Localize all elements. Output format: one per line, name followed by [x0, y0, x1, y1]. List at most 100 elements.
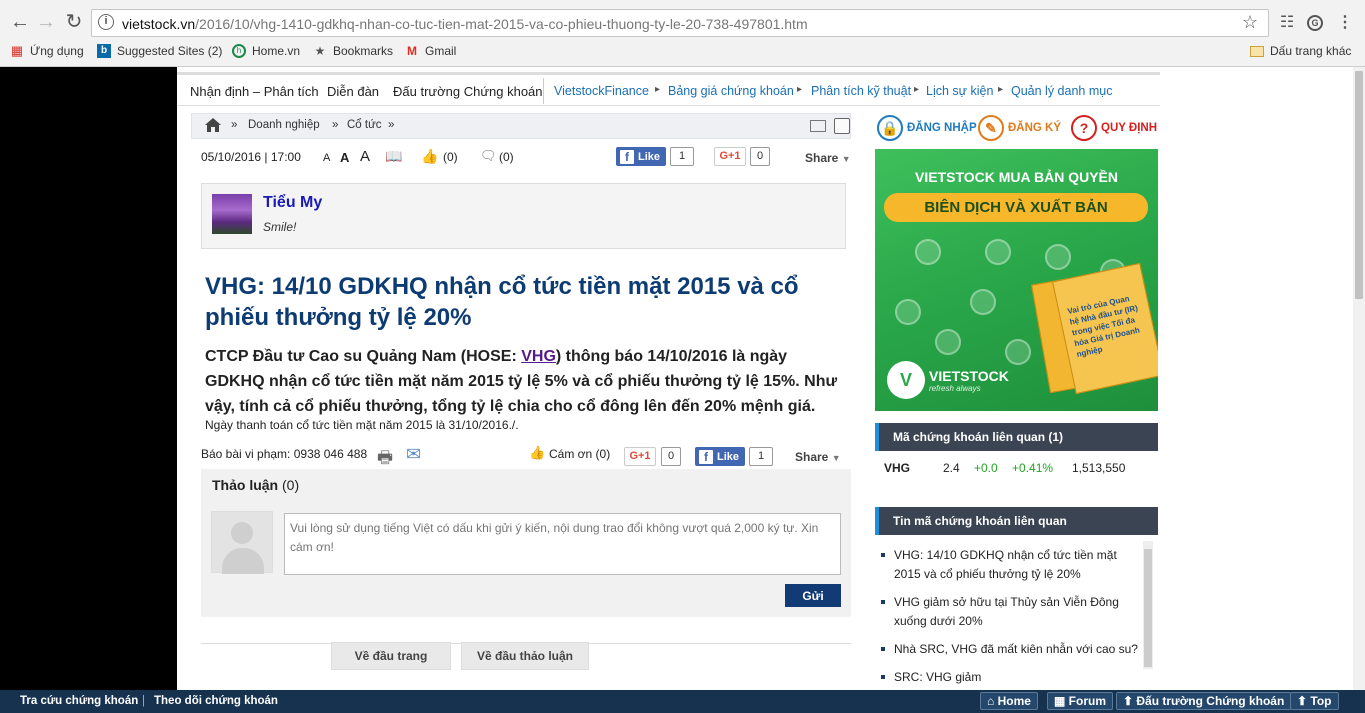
- news-list: VHG: 14/10 GDKHQ nhận cổ tức tiền mặt 20…: [875, 537, 1140, 687]
- footer-forum-button[interactable]: ▦ Forum: [1047, 692, 1114, 710]
- footer-arena-button[interactable]: ⬆ Đấu trường Chứng khoán: [1116, 692, 1292, 710]
- bookmark-gmail[interactable]: M Gmail: [405, 44, 456, 58]
- rules-button[interactable]: ? QUY ĐỊNH: [1071, 115, 1157, 141]
- menu-item-portfolio[interactable]: Quản lý danh mục: [1011, 84, 1112, 98]
- related-codes-title: Mã chứng khoán liên quan (1): [875, 423, 1158, 451]
- menu-icon[interactable]: ⋮: [1336, 14, 1354, 32]
- share-button[interactable]: Share ▼: [795, 450, 841, 464]
- bookmark-star-icon[interactable]: ☆: [1242, 12, 1258, 33]
- share-button[interactable]: Share ▼: [805, 151, 851, 165]
- network-node: [970, 289, 996, 315]
- footer-top-button[interactable]: ⬆ Top: [1290, 692, 1339, 710]
- footer-link-watch[interactable]: Theo dõi chứng khoán: [154, 695, 278, 707]
- email-icon[interactable]: [810, 120, 826, 132]
- news-item[interactable]: Nhà SRC, VHG đã mất kiên nhẫn với cao su…: [875, 640, 1140, 659]
- ad-banner[interactable]: VIETSTOCK MUA BẢN QUYỀN BIÊN DỊCH VÀ XUẤ…: [875, 149, 1158, 411]
- thumbs-up-icon[interactable]: 👍: [529, 445, 545, 461]
- book-title: Vai trò của Quan hệ Nhà đầu tư (IR) tron…: [1066, 294, 1141, 359]
- menu-item-price-board[interactable]: Bảng giá chứng khoán: [668, 84, 794, 98]
- page-scrollbar[interactable]: [1353, 67, 1365, 713]
- network-node: [1045, 244, 1071, 270]
- home-vn-icon: h: [232, 44, 246, 58]
- extension-g-icon[interactable]: G: [1307, 15, 1323, 31]
- footer-link-lookup[interactable]: Tra cứu chứng khoán: [20, 695, 138, 707]
- print-icon[interactable]: [834, 118, 850, 134]
- login-button[interactable]: 🔒 ĐĂNG NHẬP: [877, 115, 977, 141]
- menu-item-events[interactable]: Lịch sự kiện: [926, 84, 993, 98]
- menu-item-finance[interactable]: VietstockFinance: [554, 84, 649, 98]
- extension-icon[interactable]: ☷: [1278, 14, 1296, 32]
- network-node: [985, 239, 1011, 265]
- google-plus-button[interactable]: G+1: [624, 447, 656, 466]
- related-codes: Mã chứng khoán liên quan (1) VHG 2.4 +0.…: [875, 423, 1158, 495]
- info-icon[interactable]: i: [98, 14, 114, 30]
- menu-item-forum[interactable]: Diễn đàn: [327, 84, 379, 99]
- code-symbol[interactable]: VHG: [884, 461, 910, 475]
- breadcrumb-item[interactable]: Doanh nghiệp: [248, 119, 320, 131]
- send-button[interactable]: Gửi: [785, 584, 841, 607]
- account-actions: 🔒 ĐĂNG NHẬP ✎ ĐĂNG KÝ ? QUY ĐỊNH: [874, 113, 1160, 143]
- like-count: (0): [443, 150, 458, 164]
- article-title: VHG: 14/10 GDKHQ nhận cổ tức tiền mặt 20…: [205, 273, 799, 331]
- facebook-like-button[interactable]: f Like: [616, 147, 667, 166]
- network-node: [1005, 339, 1031, 365]
- scroll-thumb[interactable]: [1144, 549, 1152, 667]
- email-icon[interactable]: ✉: [406, 444, 421, 465]
- bookmark-home[interactable]: h Home.vn: [232, 44, 300, 58]
- menu-item-analysis[interactable]: Nhận định – Phân tích: [190, 84, 319, 99]
- google-plus-button[interactable]: G+1: [714, 147, 746, 166]
- share-label: Share: [795, 450, 829, 464]
- bookmark-suggested[interactable]: b Suggested Sites (2): [97, 44, 222, 58]
- caret-down-icon: ▼: [841, 154, 851, 164]
- author-box: Tiểu My Smile!: [201, 183, 846, 249]
- code-change: +0.0: [974, 461, 998, 475]
- news-scrollbar[interactable]: [1143, 541, 1153, 669]
- facebook-like-button[interactable]: f Like: [695, 447, 746, 466]
- footer-home-button[interactable]: ⌂ Home: [980, 692, 1038, 710]
- back-icon[interactable]: ←: [6, 8, 34, 36]
- back-to-top-button[interactable]: Về đầu trang: [331, 642, 451, 670]
- related-news-title: Tin mã chứng khoán liên quan: [875, 507, 1158, 535]
- star-icon: ★: [314, 44, 326, 58]
- author-name[interactable]: Tiểu My: [263, 194, 322, 212]
- thumbs-up-icon[interactable]: 👍: [421, 148, 438, 165]
- comment-icon[interactable]: 🗨: [480, 148, 497, 164]
- footer-arena-label: Đấu trường Chứng khoán: [1136, 694, 1285, 708]
- bookmark-bookmarks[interactable]: ★ Bookmarks: [313, 44, 393, 58]
- scroll-thumb[interactable]: [1355, 71, 1363, 299]
- menu-item-technical[interactable]: Phân tích kỹ thuật: [811, 84, 911, 98]
- font-large-button[interactable]: A: [360, 148, 370, 165]
- fb-like-label: Like: [717, 450, 740, 463]
- facebook-icon: f: [699, 449, 713, 464]
- read-icon[interactable]: 📖: [385, 148, 402, 165]
- thanks-button[interactable]: Cám ơn (0): [549, 447, 610, 461]
- back-to-discussion-button[interactable]: Về đầu thảo luận: [461, 642, 589, 670]
- news-item[interactable]: SRC: VHG giảm: [875, 668, 1140, 687]
- avatar[interactable]: [212, 194, 252, 234]
- lead-text: CTCP Đầu tư Cao su Quảng Nam (HOSE:: [205, 348, 522, 365]
- comment-input[interactable]: [284, 513, 841, 575]
- register-button[interactable]: ✎ ĐĂNG KÝ: [978, 115, 1061, 141]
- breadcrumb: » Doanh nghiệp » Cổ tức »: [191, 113, 851, 139]
- logo-slogan: refresh always: [929, 383, 981, 393]
- forward-icon[interactable]: →: [32, 8, 60, 36]
- news-item[interactable]: VHG giảm sở hữu tại Thủy sản Viễn Đông x…: [875, 593, 1140, 631]
- discussion-title: Thảo luận (0): [212, 477, 299, 493]
- other-bookmarks[interactable]: Dấu trang khác: [1250, 44, 1351, 58]
- code-volume: 1,513,550: [1072, 461, 1126, 475]
- discussion-label: Thảo luận: [212, 477, 279, 493]
- menu-item-arena[interactable]: Đấu trường Chứng khoán: [393, 84, 543, 99]
- footer-divider: |: [142, 695, 145, 707]
- reload-icon[interactable]: ↻: [60, 8, 88, 36]
- comment-count: (0): [499, 150, 514, 164]
- stock-link[interactable]: VHG: [521, 348, 556, 365]
- breadcrumb-item[interactable]: Cổ tức: [347, 119, 382, 131]
- news-item[interactable]: VHG: 14/10 GDKHQ nhận cổ tức tiền mặt 20…: [875, 546, 1140, 584]
- address-bar[interactable]: i vietstock.vn/2016/10/vhg-1410-gdkhq-nh…: [91, 9, 1269, 37]
- apps-grid-icon: ▦: [10, 43, 24, 58]
- font-small-button[interactable]: A: [323, 152, 330, 164]
- menu-divider: [543, 78, 544, 104]
- font-medium-button[interactable]: A: [340, 150, 349, 165]
- home-icon[interactable]: [204, 117, 222, 133]
- bookmark-apps[interactable]: ▦ Ứng dụng: [10, 43, 84, 59]
